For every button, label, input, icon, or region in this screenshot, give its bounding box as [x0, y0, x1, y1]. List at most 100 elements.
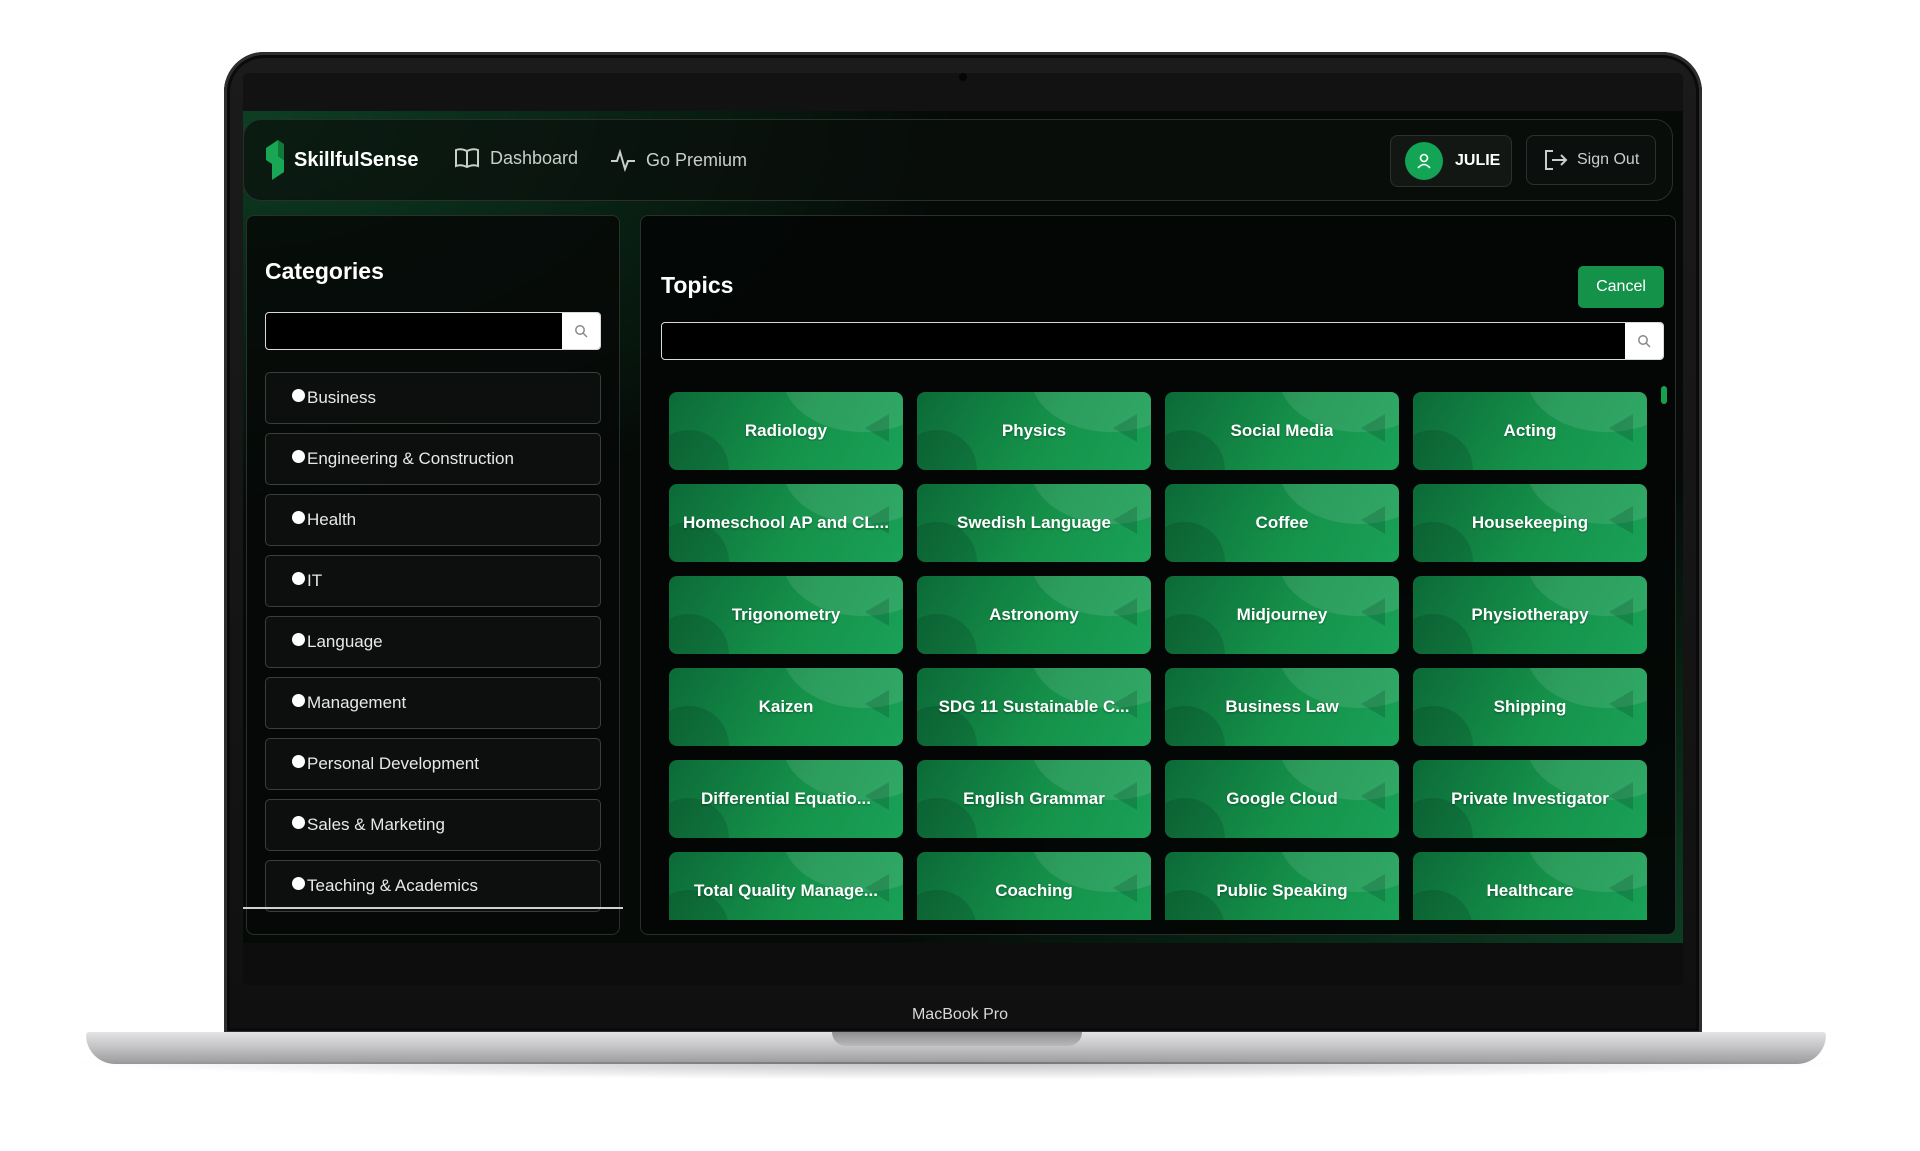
topic-tile[interactable]: Public Speaking [1165, 852, 1399, 920]
tile-decoration [1165, 430, 1225, 470]
tile-decoration [1361, 506, 1385, 534]
radio-button[interactable] [292, 449, 305, 463]
category-label: Teaching & Academics [307, 876, 479, 895]
topics-title: Topics [661, 272, 734, 298]
tile-decoration [1113, 598, 1137, 626]
radio-button[interactable] [292, 754, 305, 768]
category-label: Health [307, 510, 357, 529]
topic-label: Differential Equatio... [700, 789, 872, 808]
topic-tile[interactable]: SDG 11 Sustainable C... [917, 668, 1151, 746]
topic-tile[interactable]: Business Law [1165, 668, 1399, 746]
tile-decoration [865, 598, 889, 626]
user-menu[interactable]: JULIE [1390, 135, 1512, 187]
tile-decoration [1413, 706, 1473, 746]
radio-button[interactable] [292, 876, 305, 890]
topics-search-button[interactable] [1625, 323, 1663, 359]
topic-tile[interactable]: Social Media [1165, 392, 1399, 470]
brand-logo[interactable]: SkillfulSense [264, 138, 419, 182]
nav-dashboard[interactable]: Dashboard [454, 147, 578, 169]
topic-label: Healthcare [1486, 881, 1574, 900]
cancel-button[interactable]: Cancel [1578, 266, 1664, 308]
radio-button[interactable] [292, 571, 305, 585]
sign-out-button[interactable]: Sign Out [1526, 135, 1656, 185]
topic-tile[interactable]: Differential Equatio... [669, 760, 903, 838]
topic-tile[interactable]: Private Investigator [1413, 760, 1647, 838]
categories-search-input[interactable] [266, 313, 562, 349]
topic-label: Physics [1001, 421, 1067, 440]
logo-icon [264, 138, 286, 182]
topic-tile[interactable]: Acting [1413, 392, 1647, 470]
topic-tile[interactable]: Google Cloud [1165, 760, 1399, 838]
category-item[interactable]: Sales & Marketing [265, 799, 601, 851]
tile-decoration [917, 614, 977, 654]
category-item[interactable]: Language [265, 616, 601, 668]
topic-label: Trigonometry [731, 605, 841, 624]
category-item[interactable]: Management [265, 677, 601, 729]
topic-tile[interactable]: Physics [917, 392, 1151, 470]
topic-label: Swedish Language [957, 513, 1111, 532]
topic-tile[interactable]: Physiotherapy [1413, 576, 1647, 654]
topic-label: Private Investigator [1451, 789, 1609, 808]
tile-decoration [1609, 874, 1633, 902]
topics-search [661, 322, 1664, 360]
topic-tile[interactable]: Trigonometry [669, 576, 903, 654]
search-icon [575, 325, 588, 338]
tile-decoration [1413, 614, 1473, 654]
topic-tile[interactable]: Swedish Language [917, 484, 1151, 562]
radio-button[interactable] [292, 815, 305, 829]
tile-decoration [669, 706, 729, 746]
topics-search-input[interactable] [662, 323, 1625, 359]
radio-button[interactable] [292, 510, 305, 524]
topic-tile[interactable]: Housekeeping [1413, 484, 1647, 562]
topic-tile[interactable]: Coffee [1165, 484, 1399, 562]
topic-label: Public Speaking [1216, 881, 1348, 900]
topic-tile[interactable]: English Grammar [917, 760, 1151, 838]
radio-button[interactable] [292, 388, 305, 402]
user-name: JULIE [1455, 152, 1501, 169]
tile-decoration [917, 890, 977, 920]
topic-tile[interactable]: Coaching [917, 852, 1151, 920]
category-label: IT [307, 571, 323, 590]
category-item[interactable]: IT [265, 555, 601, 607]
tile-decoration [1113, 506, 1137, 534]
tile-decoration [1165, 522, 1225, 562]
tile-decoration [1609, 414, 1633, 442]
categories-panel: Categories Business Engineering & Constr… [246, 215, 620, 935]
tile-decoration [1165, 706, 1225, 746]
category-item[interactable]: Personal Development [265, 738, 601, 790]
topic-tile[interactable]: Radiology [669, 392, 903, 470]
topic-tile[interactable]: Homeschool AP and CL... [669, 484, 903, 562]
nav-go-premium-label: Go Premium [646, 149, 748, 170]
category-label: Management [307, 693, 407, 712]
tile-decoration [1361, 690, 1385, 718]
tile-decoration [1113, 874, 1137, 902]
tile-decoration [865, 690, 889, 718]
category-item[interactable]: Business [265, 372, 601, 424]
radio-button[interactable] [292, 632, 305, 646]
topic-tile[interactable]: Midjourney [1165, 576, 1399, 654]
category-label: Engineering & Construction [307, 449, 514, 468]
tile-decoration [1361, 598, 1385, 626]
tile-decoration [1165, 798, 1225, 838]
categories-search-button[interactable] [562, 313, 600, 349]
category-item[interactable]: Engineering & Construction [265, 433, 601, 485]
topic-label: Radiology [744, 421, 828, 440]
camera-icon [959, 73, 967, 81]
topic-label: Housekeeping [1471, 513, 1589, 532]
avatar [1405, 142, 1443, 180]
category-item[interactable]: Health [265, 494, 601, 546]
tile-decoration [865, 414, 889, 442]
topics-scrollbar[interactable] [1661, 386, 1667, 404]
nav-go-premium[interactable]: Go Premium [610, 147, 747, 173]
screen-divider [243, 907, 623, 909]
radio-button[interactable] [292, 693, 305, 707]
topic-tile[interactable]: Kaizen [669, 668, 903, 746]
tile-decoration [669, 430, 729, 470]
topic-label: Homeschool AP and CL... [683, 513, 889, 532]
topic-tile[interactable]: Total Quality Manage... [669, 852, 903, 920]
topic-tile[interactable]: Astronomy [917, 576, 1151, 654]
topic-tile[interactable]: Shipping [1413, 668, 1647, 746]
topic-tile[interactable]: Healthcare [1413, 852, 1647, 920]
category-item[interactable]: Teaching & Academics [265, 860, 601, 912]
app-window: SkillfulSense Dashboard Go Premium JULIE… [243, 111, 1683, 943]
